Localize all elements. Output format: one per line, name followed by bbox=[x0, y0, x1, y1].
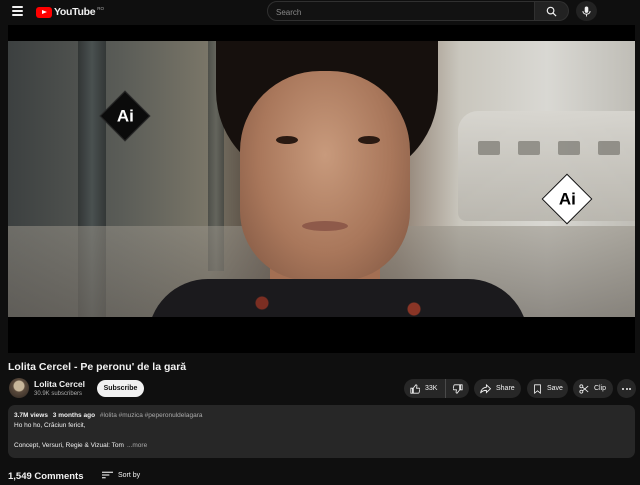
youtube-logo[interactable]: YouTube RO bbox=[36, 5, 104, 19]
sort-by-button[interactable]: Sort by bbox=[102, 471, 140, 479]
thumbs-up-icon bbox=[410, 383, 420, 394]
hashtags[interactable]: #lolita #muzica #peperonuldelagara bbox=[100, 412, 203, 419]
video-frame bbox=[8, 41, 635, 317]
dislike-button[interactable] bbox=[446, 379, 469, 398]
search-input[interactable] bbox=[268, 3, 534, 22]
description-meta: 3.7M views 3 months ago #lolita #muzica … bbox=[14, 411, 629, 421]
description-blank-line bbox=[14, 431, 629, 441]
thumbs-down-icon bbox=[452, 383, 463, 394]
search-icon bbox=[546, 6, 557, 17]
youtube-play-icon bbox=[36, 6, 52, 18]
clip-button[interactable]: Clip bbox=[573, 379, 613, 398]
comments-count: 1,549 Comments bbox=[8, 471, 84, 482]
save-button[interactable]: Save bbox=[527, 379, 568, 398]
view-count: 3.7M views bbox=[14, 412, 48, 419]
search-button[interactable] bbox=[535, 1, 569, 21]
more-horizontal-icon bbox=[621, 387, 624, 390]
subscribe-button[interactable]: Subscribe bbox=[97, 380, 144, 397]
share-label: Share bbox=[496, 385, 515, 392]
video-player[interactable]: Ai Ai bbox=[8, 25, 635, 353]
logo-region: RO bbox=[97, 5, 105, 11]
subscriber-count: 30.9K subscribers bbox=[34, 391, 83, 397]
microphone-icon bbox=[582, 6, 591, 16]
share-button[interactable]: Share bbox=[474, 379, 521, 398]
channel-avatar[interactable] bbox=[9, 378, 29, 398]
logo-text: YouTube bbox=[54, 6, 96, 18]
hamburger-icon[interactable] bbox=[12, 6, 23, 16]
scissors-icon bbox=[579, 383, 589, 394]
show-more-link[interactable]: ...more bbox=[127, 442, 147, 449]
save-label: Save bbox=[547, 385, 563, 392]
bookmark-icon bbox=[534, 383, 541, 394]
more-actions-button[interactable] bbox=[617, 379, 636, 398]
clip-label: Clip bbox=[594, 385, 607, 392]
description-line-1: Ho ho ho, Crăciun fericit, bbox=[14, 422, 86, 429]
like-dislike-group: 33K bbox=[404, 379, 469, 398]
like-button[interactable]: 33K bbox=[404, 379, 446, 398]
sort-by-label: Sort by bbox=[118, 471, 141, 479]
channel-name[interactable]: Lolita Cercel bbox=[34, 379, 85, 389]
like-count: 33K bbox=[425, 385, 438, 392]
search-box bbox=[267, 1, 535, 22]
description-line-2-text: Concept, Versuri, Regie & Vizual: Tom bbox=[14, 442, 124, 449]
share-arrow-icon bbox=[480, 383, 491, 394]
top-bar: YouTube RO bbox=[0, 0, 640, 24]
sort-icon bbox=[102, 471, 113, 479]
description-box[interactable]: 3.7M views 3 months ago #lolita #muzica … bbox=[8, 405, 635, 458]
upload-age: 3 months ago bbox=[52, 412, 96, 419]
voice-search-button[interactable] bbox=[576, 1, 597, 21]
video-title: Lolita Cercel - Pe peronu' de la gară bbox=[8, 361, 187, 373]
description-line-2: Concept, Versuri, Regie & Vizual: Tom...… bbox=[14, 441, 629, 451]
